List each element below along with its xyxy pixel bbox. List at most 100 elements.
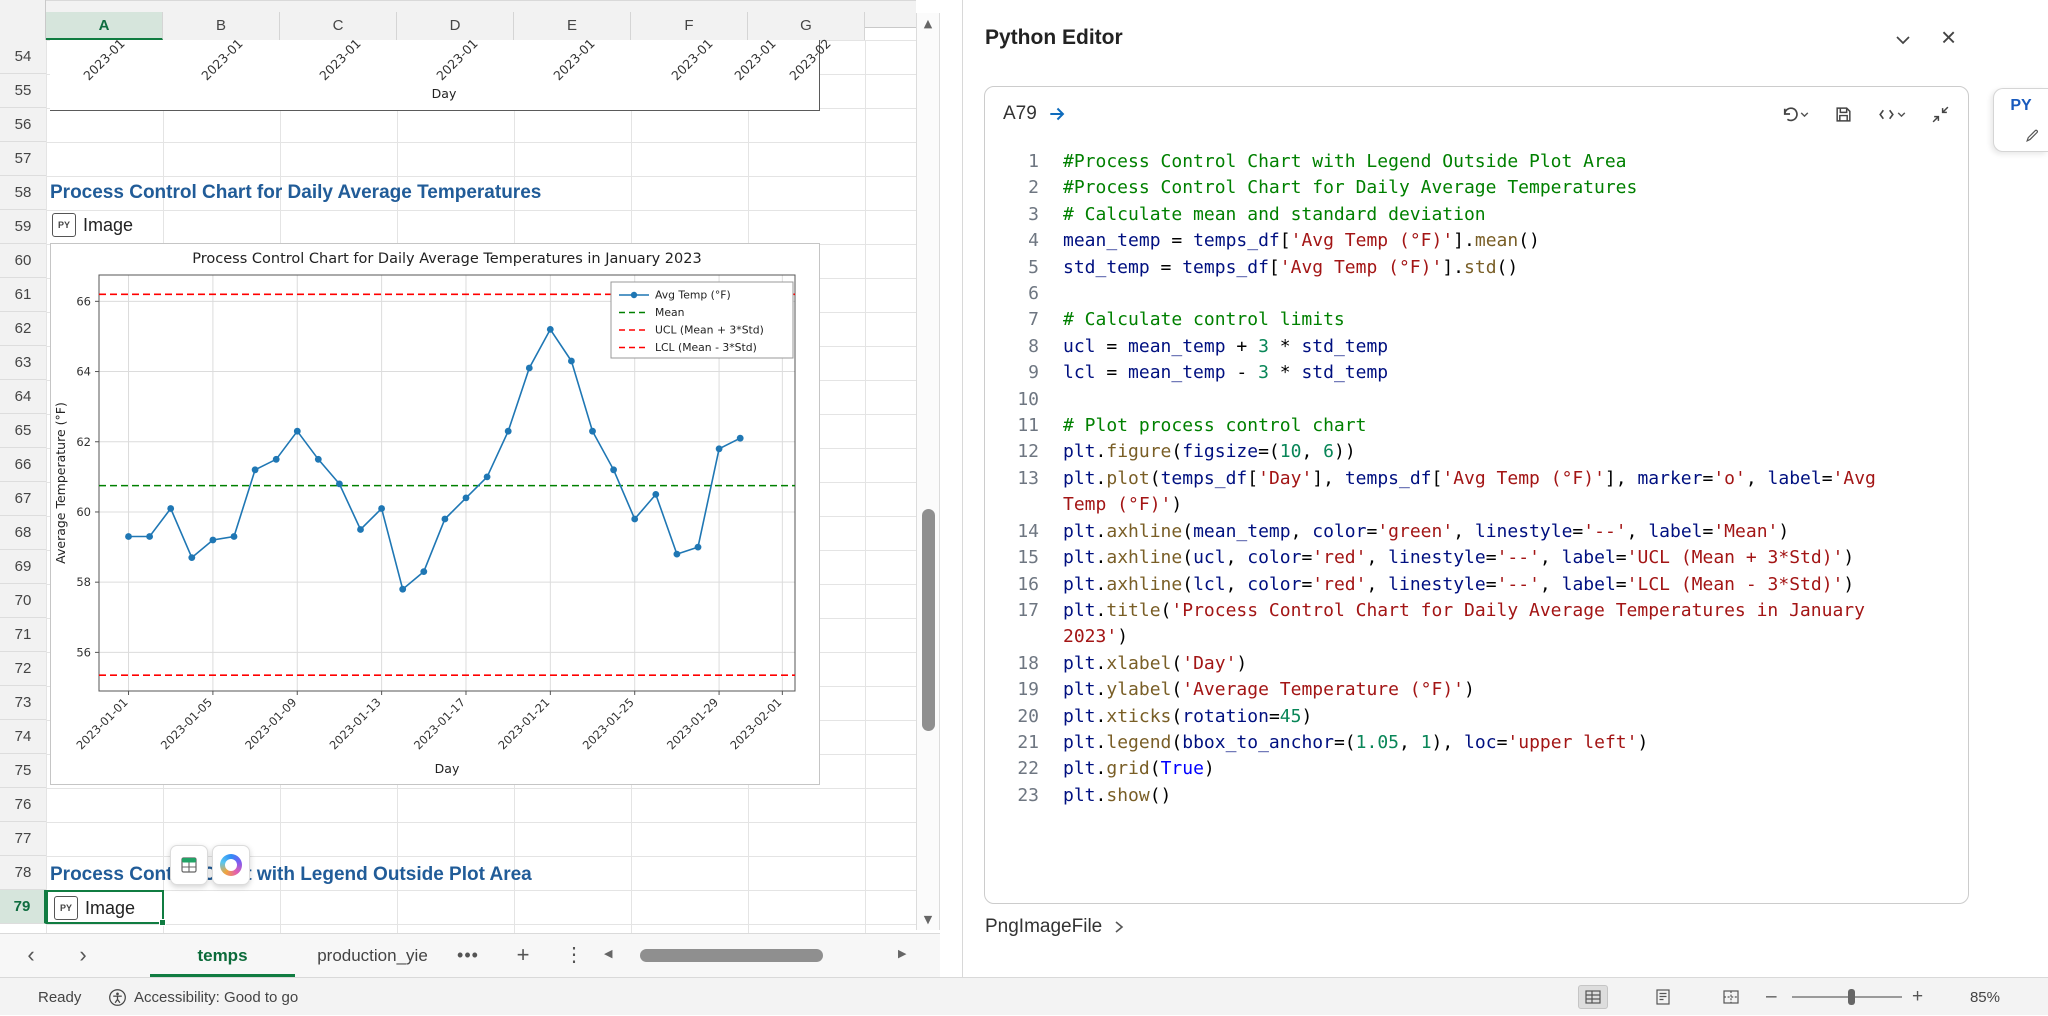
row-header-56[interactable]: 56 — [0, 108, 46, 142]
row-header-71[interactable]: 71 — [0, 618, 46, 652]
column-header-C[interactable]: C — [280, 12, 397, 40]
python-code-editor[interactable]: 1 #Process Control Chart with Legend Outs… — [985, 143, 1968, 809]
code-line-16[interactable]: 16 plt.axhline(lcl, color='red', linestyl… — [1003, 572, 1968, 598]
zoom-slider-thumb[interactable] — [1848, 989, 1855, 1005]
column-header-E[interactable]: E — [514, 12, 631, 40]
code-line-5[interactable]: 5 std_temp = temps_df['Avg Temp (°F)'].st… — [1003, 255, 1968, 281]
python-editor-side-tab[interactable]: PY — [1993, 88, 2048, 152]
fill-handle[interactable] — [159, 919, 166, 926]
sheet-tab-production-yield[interactable]: production_yie — [300, 934, 445, 977]
code-line-9[interactable]: 9 lcl = mean_temp - 3 * std_temp — [1003, 360, 1968, 386]
row-header-58[interactable]: 58 — [0, 176, 46, 210]
undo-button[interactable] — [1780, 105, 1810, 124]
row-header-66[interactable]: 66 — [0, 448, 46, 482]
column-header-G[interactable]: G — [748, 12, 865, 40]
py-image-cell-a79[interactable]: PY Image — [54, 896, 135, 920]
zoom-percent[interactable]: 85% — [1948, 978, 2000, 1016]
row-header-61[interactable]: 61 — [0, 278, 46, 312]
row-header-74[interactable]: 74 — [0, 720, 46, 754]
code-line-15[interactable]: 15 plt.axhline(ucl, color='red', linestyl… — [1003, 545, 1968, 571]
scroll-right-icon[interactable]: ▶ — [898, 947, 906, 960]
code-line-1[interactable]: 1 #Process Control Chart with Legend Outs… — [1003, 149, 1968, 175]
code-line-6[interactable]: 6 — [1003, 281, 1968, 307]
column-header-F[interactable]: F — [631, 12, 748, 40]
row-header-55[interactable]: 55 — [0, 74, 46, 108]
row-header-72[interactable]: 72 — [0, 652, 46, 686]
code-line-11[interactable]: 11 # Plot process control chart — [1003, 413, 1968, 439]
code-line-21[interactable]: 21 plt.legend(bbox_to_anchor=(1.05, 1), l… — [1003, 730, 1968, 756]
code-line-17[interactable]: 17 plt.title('Process Control Chart for D… — [1003, 598, 1968, 651]
normal-view-button[interactable] — [1578, 985, 1608, 1009]
code-line-12[interactable]: 12 plt.figure(figsize=(10, 6)) — [1003, 439, 1968, 465]
row-header-54[interactable]: 54 — [0, 40, 46, 74]
vertical-scrollbar-thumb[interactable] — [922, 509, 935, 731]
column-header-B[interactable]: B — [163, 12, 280, 40]
code-line-3[interactable]: 3 # Calculate mean and standard deviation — [1003, 202, 1968, 228]
code-line-19[interactable]: 19 plt.ylabel('Average Temperature (°F)') — [1003, 677, 1968, 703]
row-header-64[interactable]: 64 — [0, 380, 46, 414]
row-header-77[interactable]: 77 — [0, 822, 46, 856]
scroll-left-icon[interactable]: ◀ — [604, 947, 612, 960]
row-header-59[interactable]: 59 — [0, 210, 46, 244]
scroll-down-icon[interactable]: ▼ — [917, 913, 939, 926]
horizontal-scrollbar-thumb[interactable] — [640, 949, 823, 962]
column-header-D[interactable]: D — [397, 12, 514, 40]
cell-reference[interactable]: A79 — [1003, 103, 1037, 125]
sheet-tab-temps[interactable]: temps — [150, 934, 295, 977]
heading-row58[interactable]: Process Control Chart for Daily Average … — [50, 182, 541, 204]
code-line-22[interactable]: 22 plt.grid(True) — [1003, 756, 1968, 782]
zoom-slider-track[interactable] — [1792, 996, 1902, 998]
output-options-button[interactable] — [1877, 105, 1907, 124]
row-header-67[interactable]: 67 — [0, 482, 46, 516]
scroll-up-icon[interactable]: ▲ — [917, 17, 939, 30]
more-sheets-button[interactable]: ••• — [450, 940, 486, 970]
code-line-7[interactable]: 7 # Calculate control limits — [1003, 307, 1968, 333]
row-header-65[interactable]: 65 — [0, 414, 46, 448]
output-type-row[interactable]: PngImageFile — [985, 916, 1126, 938]
sheet-vertical-scrollbar[interactable]: ▲ ▼ — [916, 13, 940, 930]
upper-chart-image-fragment[interactable]: 2023-01 2023-01 2023-01 2023-01 2023-01 2023-… — [50, 36, 834, 111]
collapse-editor-button[interactable] — [1931, 105, 1950, 124]
code-line-4[interactable]: 4 mean_temp = temps_df['Avg Temp (°F)'].m… — [1003, 228, 1968, 254]
column-header-A[interactable]: A — [46, 12, 163, 40]
copilot-button[interactable] — [212, 845, 250, 885]
code-line-10[interactable]: 10 — [1003, 387, 1968, 413]
row-header-73[interactable]: 73 — [0, 686, 46, 720]
collapse-panel-button[interactable] — [1893, 30, 1913, 55]
quick-actions-button[interactable] — [170, 845, 208, 885]
row-header-76[interactable]: 76 — [0, 788, 46, 822]
code-line-13[interactable]: 13 plt.plot(temps_df['Day'], temps_df['Av… — [1003, 466, 1968, 519]
row-header-68[interactable]: 68 — [0, 516, 46, 550]
py-image-cell-a59[interactable]: PY Image — [52, 213, 133, 237]
code-line-23[interactable]: 23 plt.show() — [1003, 783, 1968, 809]
add-sheet-button[interactable]: + — [505, 940, 541, 970]
prev-sheet-button[interactable]: ‹ — [14, 940, 48, 970]
row-header-79[interactable]: 79 — [0, 890, 46, 924]
page-layout-view-button[interactable] — [1648, 985, 1678, 1009]
zoom-in-button[interactable]: + — [1912, 978, 1923, 1016]
row-header-78[interactable]: 78 — [0, 856, 46, 890]
row-header-60[interactable]: 60 — [0, 244, 46, 278]
process-control-chart-image[interactable]: 56 58 60 62 64 66 2023-01-01 2023-01-05 2023-01-… — [50, 243, 820, 785]
code-line-14[interactable]: 14 plt.axhline(mean_temp, color='green', … — [1003, 519, 1968, 545]
next-sheet-button[interactable]: › — [66, 940, 100, 970]
code-line-2[interactable]: 2 #Process Control Chart for Daily Averag… — [1003, 175, 1968, 201]
close-panel-button[interactable]: × — [1941, 22, 1956, 53]
row-header-75[interactable]: 75 — [0, 754, 46, 788]
zoom-out-button[interactable]: – — [1766, 978, 1777, 1016]
svg-text:Average Temperature (°F): Average Temperature (°F) — [53, 402, 68, 564]
accessibility-status[interactable]: Accessibility: Good to go — [108, 978, 298, 1016]
row-header-62[interactable]: 62 — [0, 312, 46, 346]
row-header-70[interactable]: 70 — [0, 584, 46, 618]
code-line-20[interactable]: 20 plt.xticks(rotation=45) — [1003, 704, 1968, 730]
code-line-18[interactable]: 18 plt.xlabel('Day') — [1003, 651, 1968, 677]
row-header-63[interactable]: 63 — [0, 346, 46, 380]
page-break-view-button[interactable] — [1716, 985, 1746, 1009]
heading-row78[interactable]: Process Control Chart with Legend Outsid… — [50, 864, 532, 886]
row-header-69[interactable]: 69 — [0, 550, 46, 584]
save-button[interactable] — [1834, 105, 1853, 124]
code-line-8[interactable]: 8 ucl = mean_temp + 3 * std_temp — [1003, 334, 1968, 360]
go-to-cell-arrow-icon[interactable] — [1047, 103, 1069, 125]
row-header-57[interactable]: 57 — [0, 142, 46, 176]
sheet-menu-button[interactable]: ⋮ — [556, 940, 592, 970]
